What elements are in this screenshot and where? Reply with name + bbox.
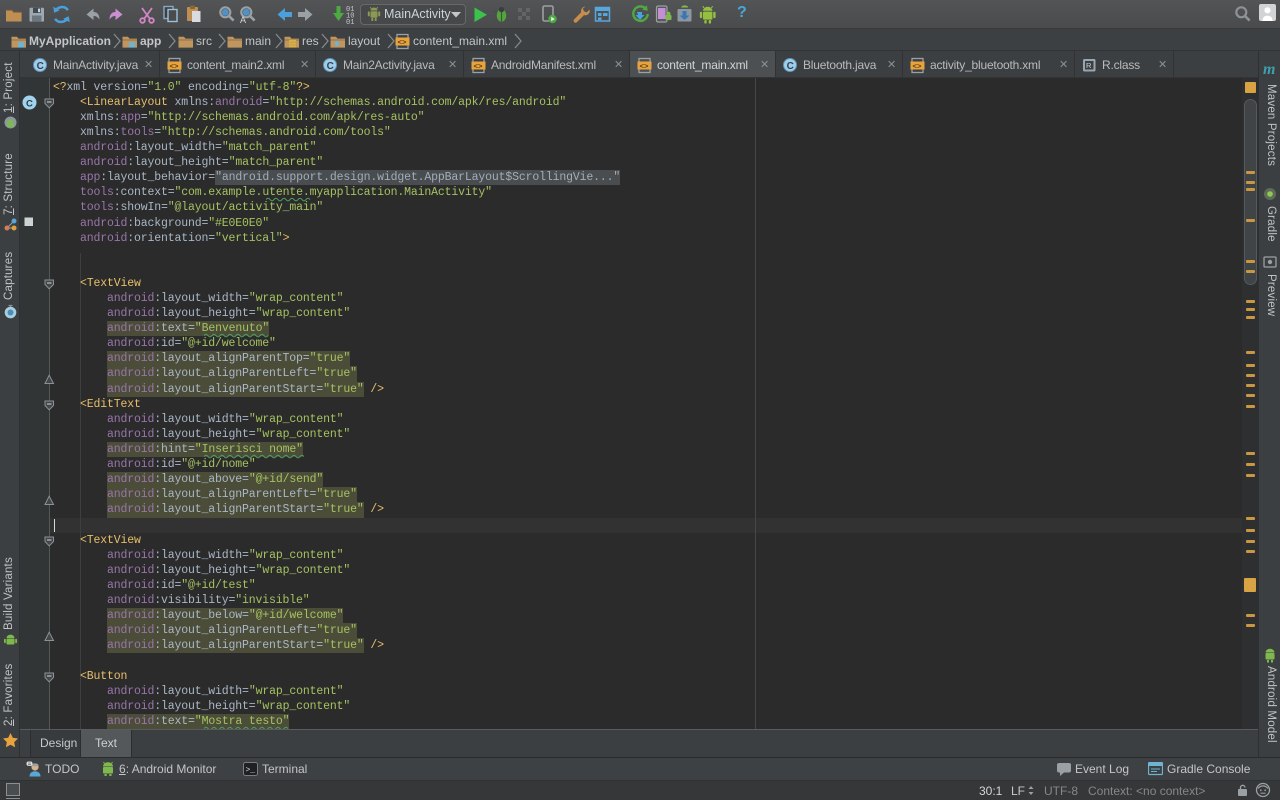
- svg-text:C: C: [327, 61, 334, 72]
- svg-text:<>: <>: [170, 64, 180, 72]
- svg-text:A: A: [240, 15, 246, 25]
- svg-text:R: R: [1086, 61, 1092, 70]
- svg-text:>_: >_: [246, 766, 256, 775]
- svg-text:C: C: [37, 61, 44, 72]
- svg-text:C: C: [787, 61, 794, 72]
- svg-text:<>: <>: [640, 64, 650, 72]
- svg-text:<>: <>: [398, 40, 408, 48]
- svg-text:C: C: [26, 98, 33, 109]
- svg-text:01: 01: [346, 19, 354, 26]
- svg-text:<>: <>: [913, 64, 923, 72]
- svg-text:<>: <>: [474, 64, 484, 72]
